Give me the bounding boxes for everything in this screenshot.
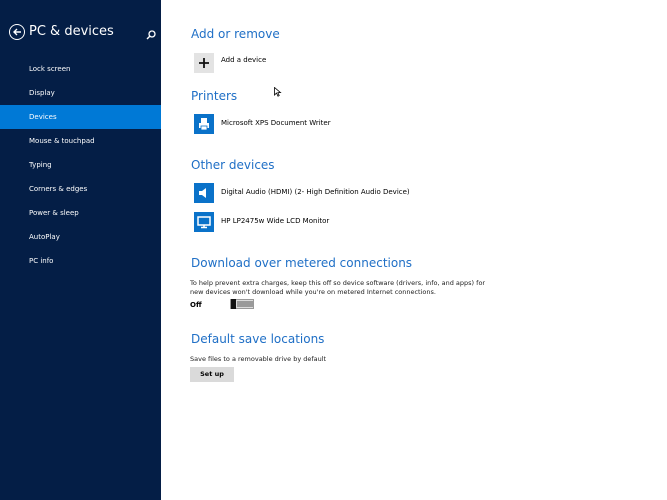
section-heading-add-or-remove: Add or remove (191, 27, 280, 41)
sidebar-item-label: PC info (29, 257, 54, 265)
add-device-button[interactable]: Add a device (194, 53, 544, 75)
sidebar-item-label: Mouse & touchpad (29, 137, 95, 145)
section-heading-metered: Download over metered connections (191, 256, 413, 270)
sidebar-item-typing[interactable]: Typing (0, 153, 161, 177)
sidebar-item-lock-screen[interactable]: Lock screen (0, 57, 161, 81)
device-label: Digital Audio (HDMI) (2- High Definition… (221, 188, 410, 196)
section-heading-other-devices: Other devices (191, 158, 275, 172)
sidebar-item-label: Corners & edges (29, 185, 88, 193)
page-title: PC & devices (29, 24, 114, 39)
monitor-icon (194, 212, 214, 232)
device-item-xps-writer[interactable]: Microsoft XPS Document Writer (194, 114, 544, 136)
toggle-thumb (231, 299, 236, 309)
printer-icon (194, 114, 214, 134)
sidebar-item-label: Display (29, 89, 55, 97)
sidebar-item-pc-info[interactable]: PC info (0, 249, 161, 273)
section-heading-save-locations: Default save locations (191, 332, 325, 346)
metered-toggle[interactable] (230, 299, 254, 309)
search-icon[interactable] (145, 26, 157, 40)
sidebar-nav: Lock screen Display Devices Mouse & touc… (0, 57, 161, 273)
sidebar-item-label: Typing (29, 161, 52, 169)
plus-icon (194, 53, 214, 73)
mouse-cursor-icon (274, 87, 282, 97)
speaker-icon (194, 183, 214, 203)
set-up-button[interactable]: Set up (190, 367, 234, 382)
device-label: HP LP2475w Wide LCD Monitor (221, 217, 330, 225)
sidebar-item-devices[interactable]: Devices (0, 105, 161, 129)
save-locations-description: Save files to a removable drive by defau… (190, 355, 327, 363)
sidebar-item-power-sleep[interactable]: Power & sleep (0, 201, 161, 225)
section-heading-printers: Printers (191, 89, 238, 103)
sidebar-item-label: Power & sleep (29, 209, 79, 217)
sidebar-item-label: Lock screen (29, 65, 71, 73)
sidebar-item-label: AutoPlay (29, 233, 60, 241)
device-item-digital-audio[interactable]: Digital Audio (HDMI) (2- High Definition… (194, 183, 544, 205)
sidebar: PC & devices Lock screen Display Devices… (0, 0, 161, 500)
toggle-track (237, 301, 253, 307)
add-device-label: Add a device (221, 56, 267, 64)
metered-description: To help prevent extra charges, keep this… (190, 279, 486, 296)
toggle-state-label: Off (190, 301, 202, 309)
device-item-hp-monitor[interactable]: HP LP2475w Wide LCD Monitor (194, 212, 544, 234)
sidebar-item-corners-edges[interactable]: Corners & edges (0, 177, 161, 201)
sidebar-item-autoplay[interactable]: AutoPlay (0, 225, 161, 249)
sidebar-item-mouse-touchpad[interactable]: Mouse & touchpad (0, 129, 161, 153)
back-arrow-icon[interactable] (9, 24, 25, 40)
main-content: Add or remove Add a device Printers Micr… (161, 0, 667, 500)
device-label: Microsoft XPS Document Writer (221, 119, 331, 127)
sidebar-item-display[interactable]: Display (0, 81, 161, 105)
sidebar-header: PC & devices (9, 24, 157, 44)
sidebar-item-label: Devices (29, 113, 57, 121)
